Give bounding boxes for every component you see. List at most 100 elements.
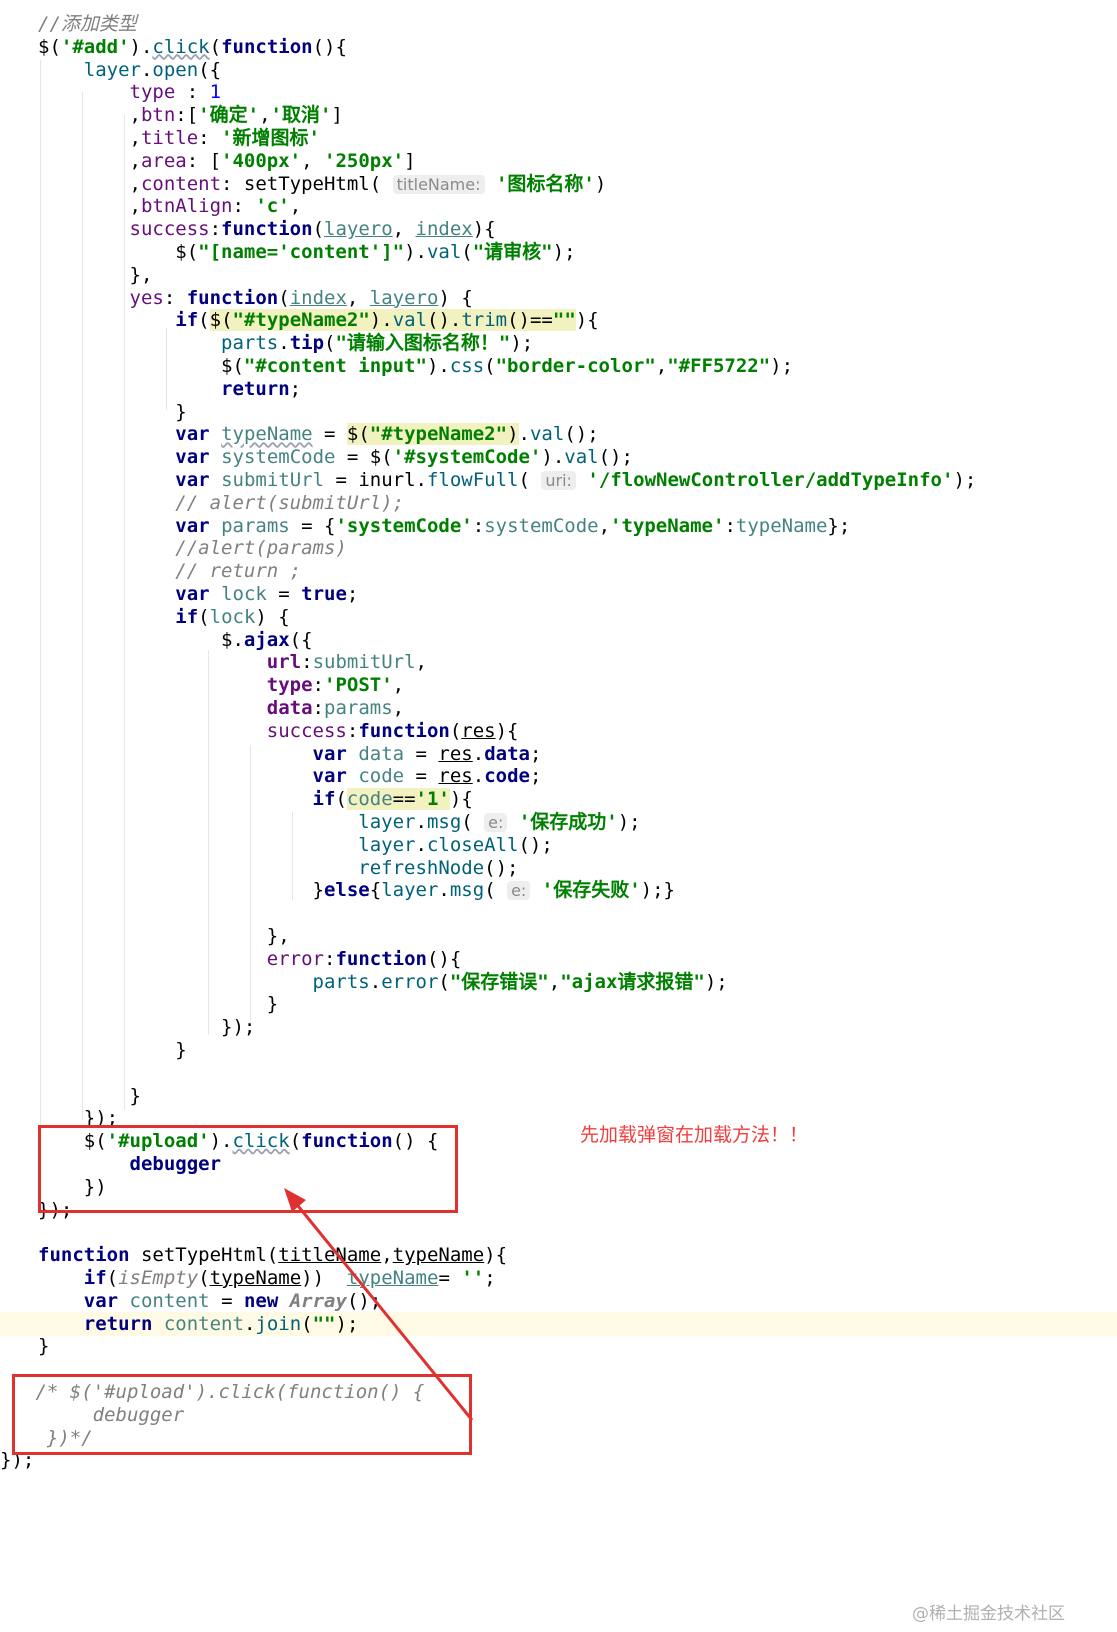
code-line[interactable]: if($("#typeName2").val().trim()==""){	[0, 308, 1117, 332]
code-line[interactable]: var data = res.data;	[0, 742, 1117, 766]
code-line[interactable]: ,title: '新增图标'	[0, 126, 1117, 150]
code-line[interactable]: }else{layer.msg( e: '保存失败');}	[0, 878, 1117, 902]
code-token: val	[392, 309, 428, 332]
code-line[interactable]: var content = new Array();	[0, 1289, 1117, 1313]
code-token: "请输入图标名称！"	[335, 332, 511, 355]
code-line[interactable]: layer.msg( e: '保存成功');	[0, 810, 1117, 834]
code-line[interactable]: var systemCode = $('#systemCode').val();	[0, 445, 1117, 469]
code-line[interactable]: layer.open({	[0, 58, 1117, 82]
code-line[interactable]: ,area: ['400px', '250px']	[0, 149, 1117, 173]
code-line[interactable]: if(code=='1'){	[0, 787, 1117, 811]
code-token: $(	[38, 35, 61, 58]
code-token: trim	[461, 309, 508, 332]
code-token: 'typeName'	[610, 514, 725, 537]
code-line[interactable]: //添加类型	[0, 12, 1117, 36]
code-line[interactable]: $("[name='content']").val("请审核");	[0, 240, 1117, 264]
code-line[interactable]: type:'POST',	[0, 673, 1117, 697]
code-line[interactable]: return;	[0, 377, 1117, 401]
code-token: =	[266, 583, 302, 605]
code-token: css	[449, 355, 485, 377]
code-line[interactable]: var params = {'systemCode':systemCode,'t…	[0, 514, 1117, 538]
code-line[interactable]: var typeName = $("#typeName2").val();	[0, 422, 1117, 446]
code-line[interactable]: // return ;	[0, 559, 1117, 583]
code-token: =	[209, 1289, 244, 1312]
code-token: .	[278, 332, 290, 355]
code-token: (	[198, 309, 210, 332]
code-token: 1	[209, 81, 222, 104]
code-token: '1'	[415, 788, 450, 811]
code-line[interactable]: var code = res.code;	[0, 764, 1117, 788]
code-line[interactable]	[0, 1061, 1117, 1085]
code-token: typeName	[735, 514, 828, 537]
code-line[interactable]: if(isEmpty(typeName)) typeName= '';	[0, 1266, 1117, 1290]
code-token: Array	[289, 1289, 347, 1312]
code-line[interactable]: });	[0, 1015, 1117, 1039]
code-token: ,	[38, 195, 141, 218]
code-line[interactable]: $('#add').click(function(){	[0, 35, 1117, 59]
code-line[interactable]: },	[0, 924, 1117, 948]
code-token: "ajax请求报错"	[560, 970, 705, 993]
code-line[interactable]: success:function(res){	[0, 719, 1117, 743]
code-token: uri:	[541, 471, 576, 490]
code-token: :	[312, 697, 324, 719]
code-token: (	[518, 469, 542, 491]
code-line[interactable]: parts.tip("请输入图标名称！");	[0, 331, 1117, 355]
code-line[interactable]: }	[0, 1084, 1117, 1108]
code-line[interactable]: var lock = true;	[0, 582, 1117, 606]
code-line[interactable]: // alert(submitUrl);	[0, 491, 1117, 515]
code-line[interactable]: //alert(params)	[0, 536, 1117, 560]
code-token: (	[312, 218, 325, 241]
code-line[interactable]	[0, 901, 1117, 925]
code-line[interactable]: $.ajax({	[0, 628, 1117, 652]
code-token: //添加类型	[38, 13, 137, 35]
code-token: typeName	[221, 423, 313, 446]
code-token: ()==	[507, 309, 553, 332]
code-token: submitUrl	[312, 651, 416, 674]
code-token: ,	[392, 697, 405, 719]
code-token: ""	[552, 309, 576, 332]
code-token: ,	[392, 674, 405, 697]
code-token: :	[724, 514, 736, 537]
code-line[interactable]: function setTypeHtml(titleName,typeName)…	[0, 1243, 1117, 1267]
code-line[interactable]: }	[0, 1334, 1117, 1358]
code-token: ).	[426, 355, 450, 377]
code-token: tip	[289, 332, 325, 355]
code-token: function	[221, 35, 313, 58]
code-line[interactable]: refreshNode();	[0, 856, 1117, 880]
code-token: });	[38, 1016, 256, 1039]
code-line[interactable]: return content.join("");	[0, 1311, 1117, 1336]
code-line[interactable]: layer.closeAll();	[0, 833, 1117, 857]
code-line[interactable]: ,content: setTypeHtml( titleName: '图标名称'…	[0, 172, 1117, 196]
code-line[interactable]	[0, 1220, 1117, 1244]
code-line[interactable]: }	[0, 992, 1117, 1016]
code-line[interactable]: parts.error("保存错误","ajax请求报错");	[0, 970, 1117, 994]
code-line[interactable]: ,btnAlign: 'c',	[0, 194, 1117, 218]
code-line[interactable]: type : 1	[0, 80, 1117, 104]
code-token: = inurl.	[324, 469, 427, 491]
code-line[interactable]: data:params,	[0, 696, 1117, 720]
code-line[interactable]: }	[0, 1038, 1117, 1062]
code-line[interactable]: var submitUrl = inurl.flowFull( uri: '/f…	[0, 468, 1117, 492]
code-line[interactable]: url:submitUrl,	[0, 650, 1117, 674]
code-token: =	[438, 1267, 462, 1289]
code-line[interactable]: },	[0, 263, 1117, 287]
code-token: $(	[209, 309, 233, 332]
code-line[interactable]: error:function(){	[0, 947, 1117, 971]
code-line[interactable]: $("#content input").css("border-color","…	[0, 354, 1117, 378]
code-token: :	[301, 651, 313, 674]
code-token: area	[140, 149, 187, 172]
code-token: e:	[507, 881, 531, 901]
code-token: var	[312, 765, 347, 788]
code-line[interactable]: success:function(layero, index){	[0, 217, 1117, 241]
code-token: '取消'	[270, 104, 332, 127]
code-line[interactable]: if(lock) {	[0, 605, 1117, 629]
code-line[interactable]: ,btn:['确定','取消']	[0, 103, 1117, 127]
code-line[interactable]: yes: function(index, layero) {	[0, 286, 1117, 310]
code-line[interactable]: }	[0, 400, 1117, 424]
